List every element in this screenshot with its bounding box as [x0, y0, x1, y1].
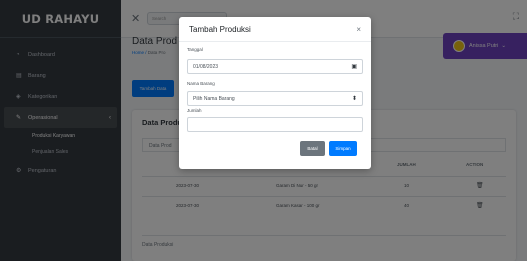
modal-title: Tambah Produksi [189, 24, 251, 34]
jumlah-input[interactable] [187, 117, 363, 132]
nama-barang-select[interactable]: Pilih Nama Barang ⬍ [187, 91, 363, 106]
tanggal-label: Tanggal [187, 47, 203, 52]
cancel-button[interactable]: Batal [300, 141, 325, 156]
calendar-icon[interactable]: ▣ [351, 63, 357, 70]
chevron-down-icon: ⬍ [351, 96, 357, 102]
add-produksi-modal: Tambah Produksi × Tanggal 01/08/2023 ▣ N… [179, 17, 371, 169]
nama-barang-label: Nama Barang [187, 81, 215, 86]
jumlah-label: Jumlah [187, 108, 202, 113]
tanggal-value: 01/08/2023 [193, 63, 219, 70]
modal-header: Tambah Produksi × [179, 17, 371, 42]
close-icon[interactable]: × [356, 25, 361, 34]
nama-barang-value: Pilih Nama Barang [193, 95, 235, 102]
tanggal-field[interactable]: 01/08/2023 ▣ [187, 59, 363, 74]
save-button[interactable]: Simpan [329, 141, 357, 156]
